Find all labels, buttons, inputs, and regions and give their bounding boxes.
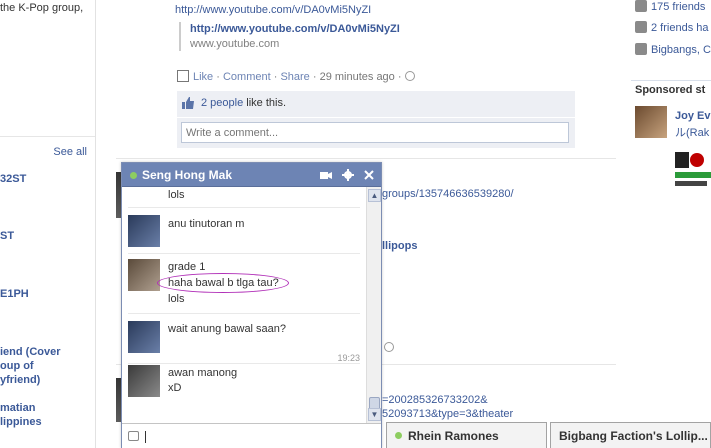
likes-count-link[interactable]: 2 people [201,97,243,109]
chat-message: awan manong [168,367,238,379]
left-list-item-4-line: oup of [0,360,34,372]
chat-tab-bigbang-faction[interactable]: Bigbang Faction's Lollip... [550,422,711,448]
left-list-item-4[interactable]: iend (Cover oup of yfriend) [0,345,61,387]
post-divider [116,158,616,159]
post-url-link[interactable]: http://www.youtube.com/v/DA0vMi5NyZI [175,4,371,16]
group-url-link[interactable]: groups/135746636539280/ [382,188,514,200]
sponsored-heading: Sponsored st [635,84,706,96]
left-list-item-3[interactable]: E1PH [0,288,29,300]
friends-icon [635,0,647,12]
left-list-item-4-line: iend (Cover [0,346,61,358]
rakuten-logo-icon[interactable] [675,152,711,188]
left-list-item-5[interactable]: matian lippines [0,401,42,429]
sponsored-image[interactable] [635,106,667,138]
avatar[interactable] [128,321,160,353]
left-list-item-1[interactable]: 32ST [0,173,26,185]
likes-suffix: like this. [243,97,287,109]
chat-message: anu tinutoran m [168,218,245,230]
link-attachment[interactable]: http://www.youtube.com/v/DA0vMi5NyZI www… [179,22,574,51]
post-timestamp[interactable]: 29 minutes ago [320,71,395,83]
left-list-item-5-line: matian [0,402,36,414]
chat-divider [128,313,360,314]
scroll-down-button[interactable]: ▼ [368,408,381,421]
mutual-friends: 2 friends ha [651,22,709,34]
chat-input-area[interactable] [122,423,381,448]
photo-url-line-2[interactable]: 52093713&type=3&theater [382,408,513,420]
likes-bar: 2 people like this. [177,91,575,117]
gear-icon[interactable] [341,168,355,182]
friends-count: 175 friends [651,1,706,13]
chat-scrollbar[interactable]: ▲ ▼ [366,187,381,423]
scroll-up-button[interactable]: ▲ [368,189,381,202]
chat-divider [128,253,360,254]
video-call-icon[interactable] [319,168,333,182]
chat-message: wait anung bawal saan? [168,323,287,335]
video-icon [177,70,189,82]
avatar[interactable] [128,365,160,397]
separator: · [270,71,281,83]
left-list-item-2[interactable]: ST [0,230,14,242]
likes-row[interactable]: Bigbangs, C [635,43,711,56]
globe-icon [404,71,415,81]
like-link[interactable]: Like [193,71,213,83]
chat-window: Seng Hong Mak lols anu tinutoran m grade… [121,162,382,448]
group-name-link[interactable]: llipops [382,240,417,252]
briefcase-icon [635,43,647,55]
see-all-link[interactable]: See all [53,146,87,158]
chat-tab-label: Bigbang Faction's Lollip... [559,429,708,443]
left-intro-text: the K-Pop group, [0,2,84,14]
chat-message: lols [168,189,185,201]
chat-message: lols [168,293,185,305]
post-actions: Like · Comment · Share · 29 minutes ago … [177,70,415,83]
separator: · [309,71,320,83]
likes-text: Bigbangs, C [651,44,711,56]
divider [0,136,95,137]
online-status-icon [395,432,402,439]
left-column: the K-Pop group, See all 32ST ST E1PH ie… [0,0,96,448]
mutual-friends-row[interactable]: 2 friends ha [635,21,708,34]
chat-tab-label: Rhein Ramones [408,429,499,443]
attachment-domain: www.youtube.com [190,38,280,50]
globe-icon [384,342,394,352]
chat-message: xD [168,382,182,394]
text-caret [145,431,146,443]
separator: · [394,71,405,83]
online-status-icon [130,172,137,179]
close-icon[interactable] [362,168,376,182]
chat-tab-rhein-ramones[interactable]: Rhein Ramones [386,422,547,448]
divider [631,80,711,81]
chat-messages[interactable]: lols anu tinutoran m grade 1 haha bawal … [122,187,366,423]
friends-count-row[interactable]: 175 friends [635,0,705,13]
chat-contact-name[interactable]: Seng Hong Mak [142,168,232,182]
sponsored-subtitle: ル(Rak [675,127,710,139]
chat-message: grade 1 [168,261,206,273]
attachment-title[interactable]: http://www.youtube.com/v/DA0vMi5NyZI [190,22,574,37]
chat-timestamp: 19:23 [337,353,360,363]
photo-url-line-1[interactable]: =200285326733202& [382,394,488,406]
comment-box [177,118,575,148]
thumbs-up-icon [182,97,194,109]
chat-divider [128,363,360,364]
chat-divider [128,207,360,208]
left-list-item-4-line: yfriend) [0,374,41,386]
share-link[interactable]: Share [280,71,309,83]
chat-titlebar[interactable]: Seng Hong Mak [122,163,381,187]
comment-link[interactable]: Comment [223,71,271,83]
right-column: 175 friends 2 friends ha Bigbangs, C Spo… [631,0,711,448]
emoticon-icon[interactable] [128,431,139,441]
calendar-icon [635,21,647,33]
comment-input[interactable] [181,122,569,143]
sponsored-title[interactable]: Joy Ev [675,110,710,122]
chat-message: haha bawal b tlga tau? [168,277,279,289]
separator: · [213,71,223,83]
avatar[interactable] [128,259,160,291]
left-list-item-5-line: lippines [0,416,42,428]
avatar[interactable] [128,215,160,247]
